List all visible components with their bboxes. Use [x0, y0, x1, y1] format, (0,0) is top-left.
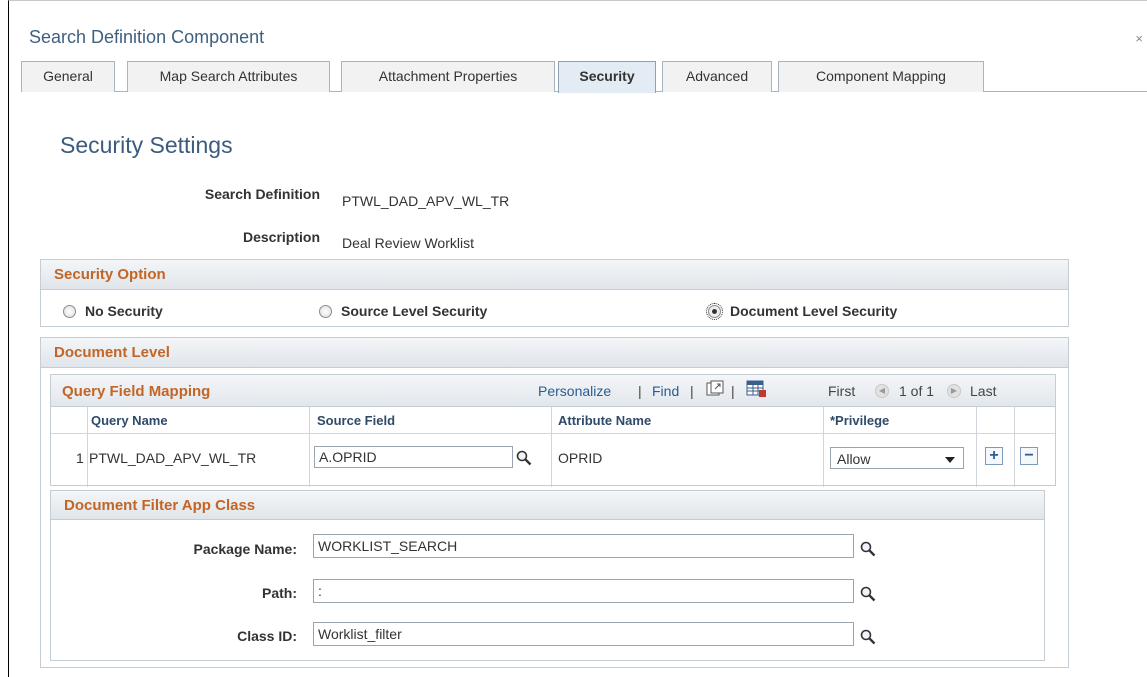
document-level-security-label: Document Level Security	[730, 303, 898, 319]
chevron-down-icon	[945, 457, 955, 463]
class-id-input[interactable]	[313, 622, 854, 646]
lookup-icon[interactable]	[860, 541, 876, 557]
tab-component-mapping[interactable]: Component Mapping	[778, 61, 984, 92]
view-all-icon[interactable]	[706, 380, 724, 398]
separator: |	[731, 383, 735, 399]
lookup-icon[interactable]	[860, 629, 876, 645]
find-link[interactable]: Find	[652, 383, 679, 399]
no-security-radio[interactable]: No Security	[63, 303, 163, 319]
query-name-cell: PTWL_DAD_APV_WL_TR	[89, 450, 257, 466]
tab-attachment-properties[interactable]: Attachment Properties	[341, 61, 555, 92]
description-value: Deal Review Worklist	[342, 235, 474, 251]
window-title: Search Definition Component	[29, 27, 265, 47]
column-header-privilege[interactable]: *Privilege	[830, 413, 889, 428]
search-definition-value: PTWL_DAD_APV_WL_TR	[342, 193, 510, 209]
separator: |	[638, 383, 642, 399]
last-label: Last	[970, 383, 997, 399]
security-option-group: Security Option No Security Source Level…	[40, 259, 1069, 327]
close-icon[interactable]: ×	[1135, 31, 1143, 46]
next-icon[interactable]: ▶	[947, 384, 961, 398]
lookup-icon[interactable]	[516, 450, 532, 466]
column-header-attribute-name[interactable]: Attribute Name	[558, 413, 651, 428]
search-definition-window: Search Definition Component × General Ma…	[8, 0, 1147, 677]
delete-row-button[interactable]: −	[1020, 447, 1038, 465]
source-field-input[interactable]	[314, 446, 513, 468]
source-level-security-label: Source Level Security	[341, 303, 488, 319]
radio-icon	[63, 304, 76, 318]
first-label: First	[828, 383, 856, 399]
security-option-header: Security Option	[41, 260, 1068, 290]
path-label: Path:	[262, 585, 297, 601]
attribute-name-cell: OPRID	[558, 450, 603, 466]
no-security-label: No Security	[85, 303, 163, 319]
class-id-label: Class ID:	[237, 628, 297, 644]
lookup-icon[interactable]	[860, 586, 876, 602]
document-level-header: Document Level	[41, 338, 1068, 368]
column-header-source-field[interactable]: Source Field	[317, 413, 395, 428]
download-to-excel-icon[interactable]	[746, 379, 768, 399]
path-input[interactable]	[313, 579, 854, 603]
tab-map-search-attributes[interactable]: Map Search Attributes	[127, 61, 330, 92]
row-range: 1 of 1	[899, 383, 935, 399]
privilege-selected-value: Allow	[837, 451, 871, 467]
column-header-row	[51, 407, 1055, 434]
privilege-select[interactable]: Allow	[830, 447, 964, 469]
description-label: Description	[242, 229, 320, 245]
tab-security[interactable]: Security	[558, 61, 656, 93]
column-header-query-name[interactable]: Query Name	[91, 413, 168, 428]
personalize-link[interactable]: Personalize	[538, 383, 611, 399]
radio-icon	[319, 304, 332, 318]
add-row-button[interactable]: +	[985, 447, 1003, 465]
package-name-input[interactable]	[313, 534, 854, 558]
separator: |	[690, 383, 694, 399]
radio-selected-icon	[706, 302, 723, 320]
grid-title: Query Field Mapping	[62, 383, 211, 400]
row-number: 1	[76, 450, 84, 466]
query-field-mapping-grid: Query Field Mapping Personalize | Find |…	[50, 374, 1056, 487]
package-name-label: Package Name:	[193, 541, 297, 557]
page-title: Security Settings	[60, 132, 233, 158]
previous-icon[interactable]: ◀	[875, 384, 889, 398]
tab-advanced[interactable]: Advanced	[662, 61, 772, 92]
document-level-group: Document Level Query Field Mapping Perso…	[40, 337, 1069, 668]
document-filter-header: Document Filter App Class	[51, 491, 1044, 520]
document-level-security-radio[interactable]: Document Level Security	[706, 302, 898, 320]
tab-bar: General Map Search Attributes Attachment…	[21, 61, 1147, 93]
tab-general[interactable]: General	[21, 61, 115, 92]
source-level-security-radio[interactable]: Source Level Security	[319, 303, 487, 319]
document-filter-group: Document Filter App Class Package Name: …	[50, 490, 1045, 661]
search-definition-label: Search Definition	[204, 186, 320, 202]
